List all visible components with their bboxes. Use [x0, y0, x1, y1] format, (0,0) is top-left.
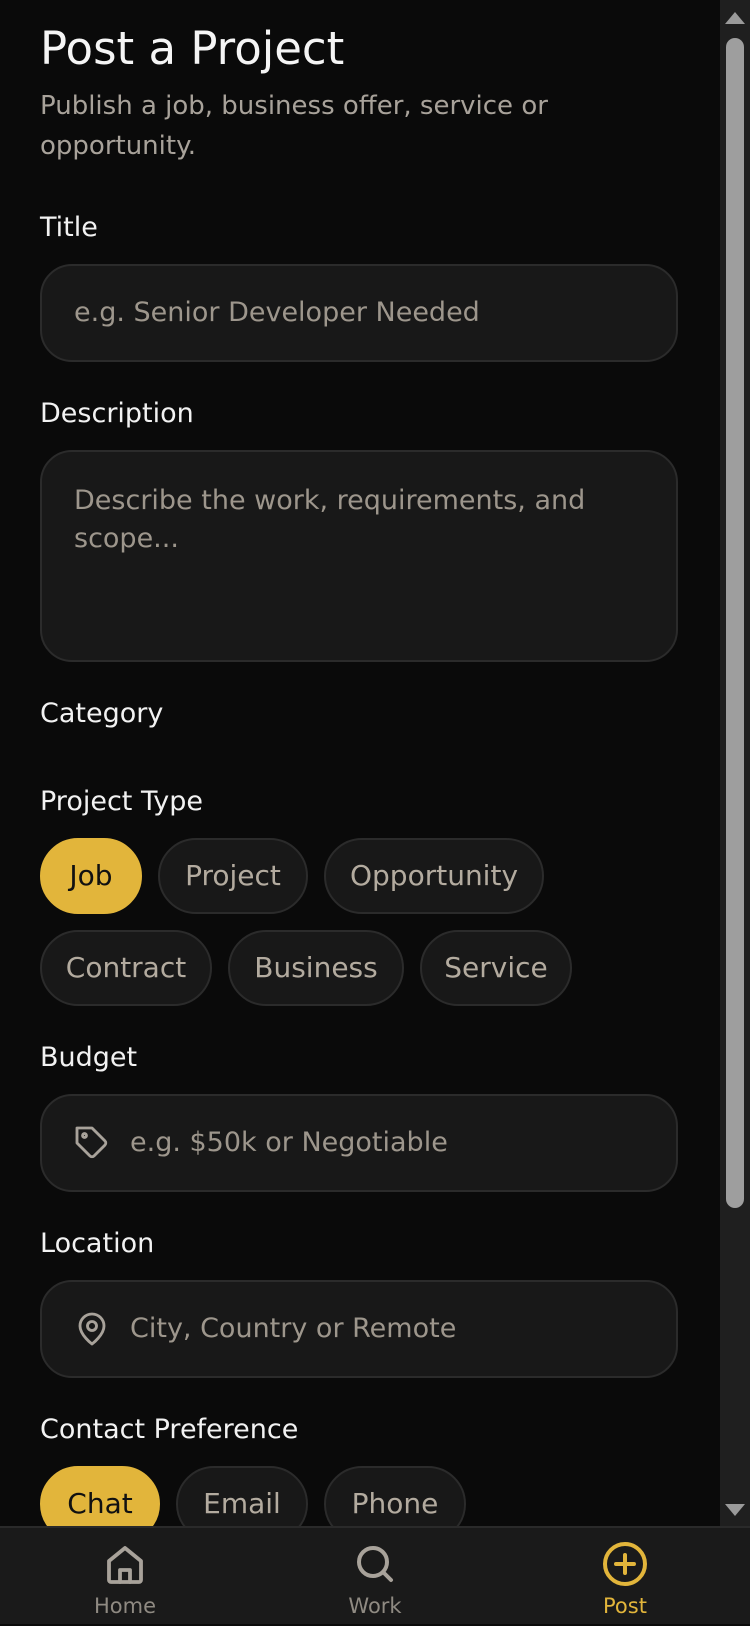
project-type-chip-project[interactable]: Project: [158, 838, 308, 914]
nav-item-post[interactable]: Post: [545, 1528, 705, 1626]
scroll-thumb[interactable]: [726, 38, 744, 1208]
nav-label-post: Post: [603, 1594, 647, 1618]
description-placeholder: Describe the work, requirements, and sco…: [74, 485, 586, 554]
scroll-up-arrow-icon[interactable]: [725, 12, 745, 24]
category-label: Category: [40, 698, 164, 729]
location-placeholder: City, Country or Remote: [130, 1313, 457, 1344]
scrollbar[interactable]: [720, 0, 750, 1528]
nav-item-work[interactable]: Work: [295, 1528, 455, 1626]
budget-label: Budget: [40, 1042, 138, 1073]
description-textarea[interactable]: Describe the work, requirements, and sco…: [40, 450, 678, 662]
nav-label-work: Work: [348, 1594, 402, 1618]
project-type-chip-business[interactable]: Business: [228, 930, 404, 1006]
page-title: Post a Project: [40, 22, 345, 75]
contact-preference-label: Contact Preference: [40, 1414, 299, 1445]
title-input[interactable]: e.g. Senior Developer Needed: [40, 264, 678, 362]
plus-circle-icon: [603, 1542, 647, 1586]
project-type-chip-service[interactable]: Service: [420, 930, 572, 1006]
nav-item-home[interactable]: Home: [45, 1528, 205, 1626]
search-icon: [357, 1546, 393, 1582]
page-subtitle: Publish a job, business offer, service o…: [40, 91, 548, 161]
title-label: Title: [40, 212, 98, 243]
project-type-chip-opportunity[interactable]: Opportunity: [324, 838, 544, 914]
description-label: Description: [40, 398, 194, 429]
tag-icon: [75, 1126, 108, 1159]
home-icon: [107, 1546, 143, 1584]
budget-input[interactable]: e.g. $50k or Negotiable: [40, 1094, 678, 1192]
location-label: Location: [40, 1228, 155, 1259]
nav-label-home: Home: [93, 1594, 156, 1618]
bottom-nav: Home Work Post: [0, 1526, 750, 1624]
map-pin-icon: [78, 1312, 106, 1346]
budget-placeholder: e.g. $50k or Negotiable: [130, 1127, 448, 1158]
project-type-label: Project Type: [40, 786, 203, 817]
location-input[interactable]: City, Country or Remote: [40, 1280, 678, 1378]
project-type-chip-contract[interactable]: Contract: [40, 930, 212, 1006]
title-placeholder: e.g. Senior Developer Needed: [74, 297, 480, 328]
scroll-down-arrow-icon[interactable]: [725, 1504, 745, 1516]
project-type-chip-job[interactable]: Job: [40, 838, 142, 914]
